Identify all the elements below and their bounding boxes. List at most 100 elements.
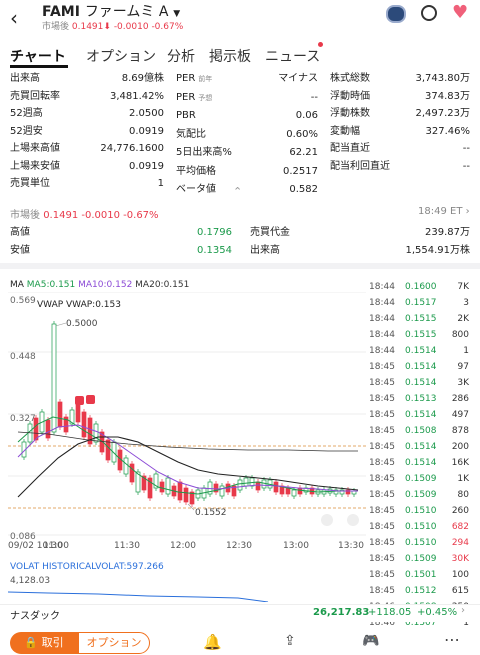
peak-label: 0.5000 (66, 319, 98, 329)
trade-row: 18:45 0.1510 682 (369, 522, 469, 532)
after-hours-quote: 市場後 0.1491⬇ -0.0010 -0.67% (42, 22, 184, 32)
game-icon[interactable]: 🎮 (362, 633, 379, 649)
tab-board[interactable]: 掲示板 (209, 46, 251, 66)
trade-row: 18:45 0.1509 30K (369, 554, 469, 564)
candle (159, 481, 165, 493)
x-label: 11:30 (114, 541, 140, 551)
tab-options[interactable]: オプション (86, 46, 156, 66)
stat-row: 配当利回直近 -- (330, 160, 470, 172)
tab-active-indicator (10, 65, 68, 68)
favorite-heart-icon[interactable]: ♥ (452, 2, 468, 23)
stat-row: 売買回転率 3,481.42% (10, 90, 164, 102)
candle (129, 463, 135, 483)
trade-list[interactable]: 18:44 0.1600 7K 18:44 0.1517 3 18:44 0.1515 2K 18… (369, 279, 469, 631)
candle (273, 481, 279, 493)
share-icon[interactable]: ⇪ (284, 633, 296, 649)
stats-col-2: PER 前年 マイナス PER 予想 -- PBR 0.06 気配比 0.60% 5日出来高% 62.… (176, 70, 318, 200)
stats-col-3: 株式総数 3,743.80万 浮動時価 374.83万 浮動株数 2,497.23万 変動幅… (330, 70, 470, 175)
search-icon[interactable] (421, 5, 437, 21)
option-button[interactable]: オプション (78, 632, 150, 654)
candle (75, 403, 81, 423)
candle (93, 423, 99, 443)
candle (57, 401, 63, 428)
zoom-icon (321, 514, 333, 526)
vwap-line (17, 431, 358, 452)
stat-row: 平均価格 0.2517 (176, 165, 318, 177)
stat-row: 浮動時価 374.83万 (330, 90, 470, 102)
trade-row: 18:45 0.1513 286 (369, 394, 469, 404)
volat-value: 4,128.03 (10, 576, 51, 586)
candle (297, 487, 303, 495)
stat-row: 売買単位 1 (10, 178, 164, 189)
candle (261, 479, 267, 489)
stats-col-1: 出来高 8.69億株 売買回転率 3,481.42% 52週高 2.0500 52週安 0.0… (10, 70, 164, 193)
after-market-time: 18:49 ET › (418, 206, 470, 217)
stat-row: PBR 0.06 (176, 110, 318, 121)
x-label: 11:00 (43, 541, 69, 551)
alert-bell-icon[interactable]: 🔔 (203, 633, 222, 651)
stock-title: FAMI ファームミ A ▼ (42, 4, 181, 20)
event-marker-2 (86, 395, 95, 404)
trade-row: 18:44 0.1515 800 (369, 330, 469, 340)
fullscreen-icon (347, 514, 359, 526)
index-bar[interactable]: ナスダック 26,217.83 +118.05 +0.45% › (0, 604, 480, 622)
divider (0, 263, 480, 269)
x-label: 12:30 (226, 541, 252, 551)
ma10-line (17, 424, 358, 492)
back-icon[interactable]: ‹ (10, 6, 18, 30)
stat-row: PER 予想 -- (176, 91, 318, 103)
robot-icon[interactable] (386, 5, 406, 23)
tab-chart[interactable]: チャート (10, 46, 66, 66)
event-marker-1 (75, 396, 84, 405)
x-label: 13:00 (283, 541, 309, 551)
candle (45, 419, 51, 439)
candle (285, 487, 291, 495)
collapse-chevron-icon[interactable]: ⌃ (233, 185, 242, 198)
trade-row: 18:44 0.1515 2K (369, 314, 469, 324)
stat-row: 気配比 0.60% (176, 128, 318, 140)
trade-row: 18:45 0.1514 16K (369, 458, 469, 468)
x-axis-labels: 09/02 10:30 11:00 11:30 12:00 12:30 13:00 13:3… (8, 541, 366, 553)
tab-analysis[interactable]: 分析 (167, 46, 195, 66)
trade-row: 18:45 0.1509 1K (369, 474, 469, 484)
y-label-448: 0.448 (10, 352, 36, 362)
trough-label: 0.1552 (195, 508, 227, 518)
after-market-row: 市場後 0.1491 -0.0010 -0.67% (10, 210, 159, 221)
trade-row: 18:45 0.1514 3K (369, 378, 469, 388)
stat-row: 5日出来高% 62.21 (176, 147, 318, 158)
stat-row: 52週高 2.0500 (10, 108, 164, 119)
trade-row: 18:45 0.1512 615 (369, 586, 469, 596)
trade-row: 18:45 0.1510 260 (369, 506, 469, 516)
more-icon[interactable]: ⋯ (444, 630, 460, 649)
candle (255, 481, 261, 491)
candle (291, 489, 297, 497)
stat-row: PER 前年 マイナス (176, 73, 318, 84)
tab-news[interactable]: ニュース (265, 46, 320, 66)
stat-row: 株式総数 3,743.80万 (330, 73, 470, 84)
trade-row: 18:44 0.1514 1 (369, 346, 469, 356)
candle (51, 323, 57, 433)
trade-row: 18:45 0.1514 97 (369, 362, 469, 372)
y-label-top: 0.569 (10, 296, 36, 306)
candle (243, 477, 249, 487)
stat-row: 変動幅 327.46% (330, 125, 470, 137)
trade-row: 18:45 0.1508 878 (369, 426, 469, 436)
ma5-line (17, 416, 358, 495)
y-label-327: 0.327 (10, 414, 36, 424)
stat-row: 配当直近 -- (330, 143, 470, 154)
candle (105, 439, 111, 461)
news-dot (318, 42, 323, 47)
price-chart[interactable]: 0.569 0.448 0.327 0.086 0.5000 0.1552 (8, 292, 366, 550)
stat-row: 浮動株数 2,497.23万 (330, 108, 470, 119)
trade-button[interactable]: 🔒 取引 (10, 632, 78, 654)
x-label: 13:30 (338, 541, 364, 551)
candle (177, 481, 183, 501)
ma-legend: MA MA5:0.151 MA10:0.152 MA20:0.151 (10, 280, 190, 290)
trade-row: 18:45 0.1501 100 (369, 570, 469, 580)
trade-row: 18:45 0.1514 497 (369, 410, 469, 420)
stat-row: 上場来安値 0.0919 (10, 160, 164, 172)
volat-chart (8, 591, 269, 602)
candle (33, 417, 39, 441)
stat-row: 出来高 8.69億株 (10, 73, 164, 84)
trade-row: 18:44 0.1600 7K (369, 282, 469, 292)
